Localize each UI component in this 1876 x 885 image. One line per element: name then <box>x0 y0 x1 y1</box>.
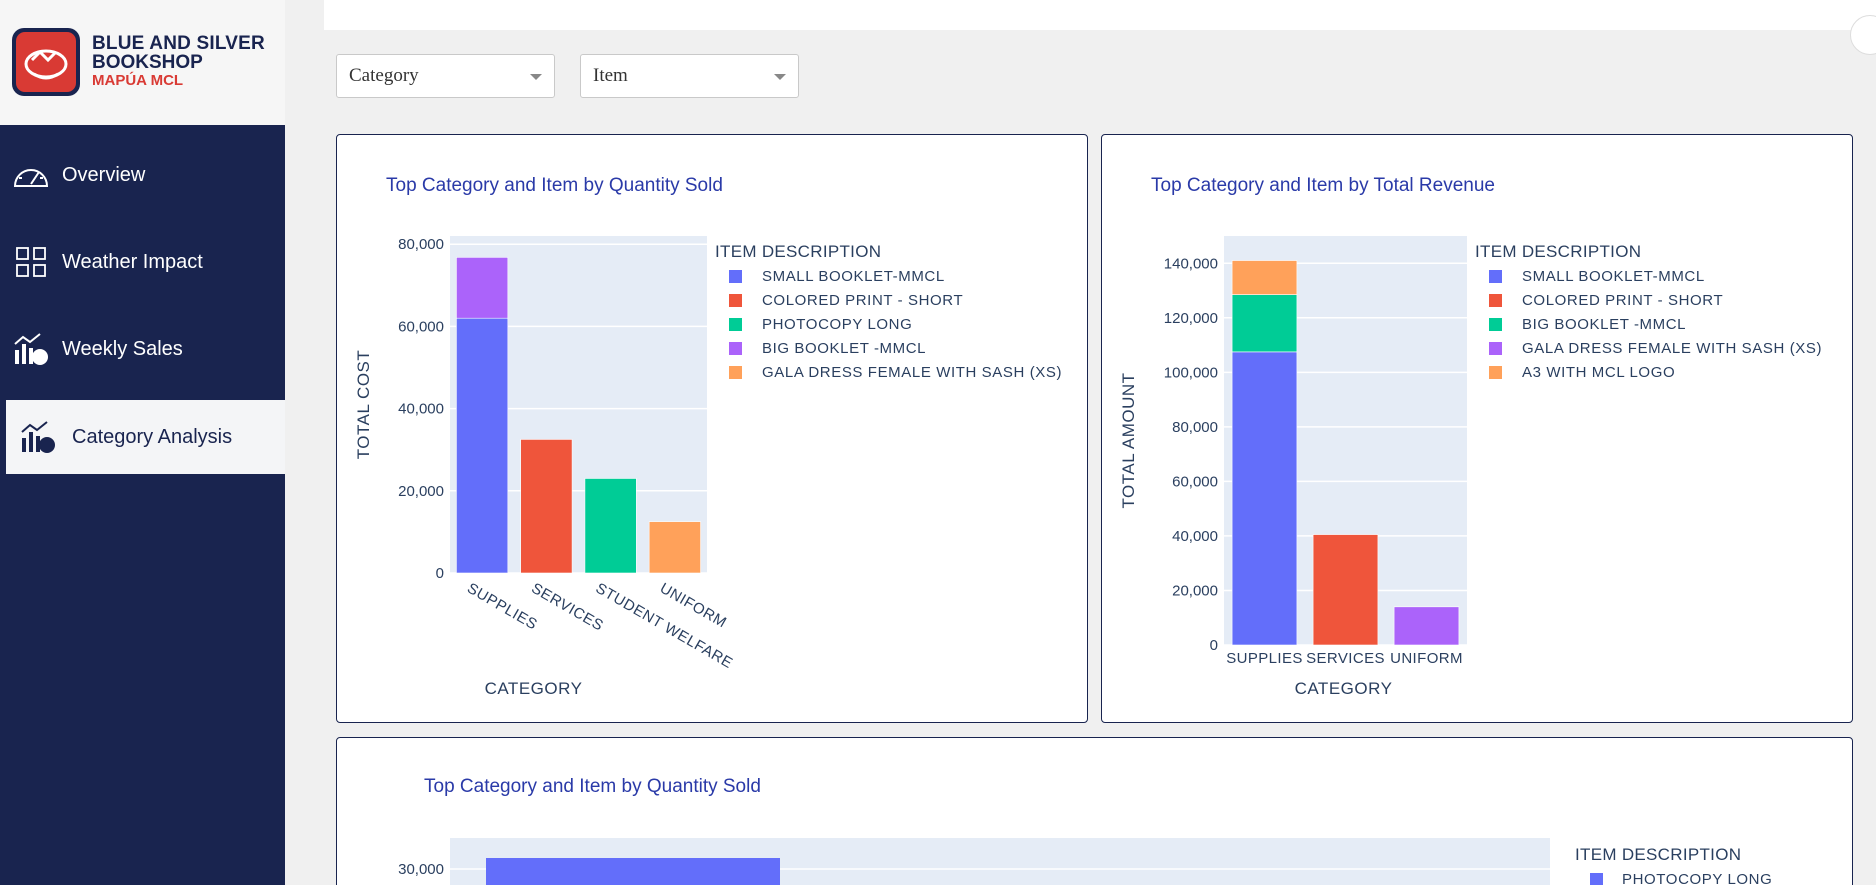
bar <box>456 317 509 574</box>
legend-item: PHOTOCOPY LONG <box>762 316 912 333</box>
x-tick-label: SERVICES <box>528 580 606 635</box>
bar <box>1231 351 1298 646</box>
y-tick-label: 30,000 <box>398 861 444 878</box>
sidebar: BLUE AND SILVER BOOKSHOP MAPÚA MCL Overv… <box>0 0 285 885</box>
item-dropdown-value: Item <box>593 65 628 86</box>
y-tick-label: 120,000 <box>1164 310 1218 327</box>
nav-label-overview: Overview <box>62 163 146 186</box>
legend-item: COLORED PRINT - SHORT <box>1522 292 1723 309</box>
y-tick-label: 60,000 <box>1172 473 1218 490</box>
legend-item: GALA DRESS FEMALE WITH SASH (XS) <box>1522 340 1822 357</box>
chevron-down-icon <box>530 74 542 80</box>
legend-swatch <box>1489 318 1502 331</box>
brand-logo-area: BLUE AND SILVER BOOKSHOP MAPÚA MCL <box>0 0 285 125</box>
bookshop-logo-icon <box>12 28 80 96</box>
brand-name-line2: BOOKSHOP <box>92 52 203 73</box>
y-tick-label: 80,000 <box>1172 419 1218 436</box>
legend-swatch <box>1590 873 1603 885</box>
item-dropdown[interactable]: Item <box>580 54 799 98</box>
x-tick-label: SUPPLIES <box>1226 650 1303 667</box>
y-tick-label: 40,000 <box>1172 528 1218 545</box>
nav-label-weekly-sales: Weekly Sales <box>62 337 183 360</box>
x-axis-label: CATEGORY <box>485 679 583 698</box>
grid-icon <box>11 242 51 282</box>
chart-card-quantity-items: Top Category and Item by Quantity Sold 3… <box>336 737 1853 885</box>
legend-swatch <box>729 294 742 307</box>
legend-item: BIG BOOKLET -MMCL <box>762 340 926 357</box>
x-tick-label: SERVICES <box>1306 650 1385 667</box>
x-tick-label: SUPPLIES <box>464 580 540 634</box>
y-tick-label: 140,000 <box>1164 255 1218 272</box>
bar <box>486 858 780 885</box>
y-tick-label: 0 <box>1210 637 1218 654</box>
legend-item: BIG BOOKLET -MMCL <box>1522 316 1686 333</box>
legend-item: PHOTOCOPY LONG <box>1622 871 1772 885</box>
nav-item-weather-impact[interactable]: Weather Impact <box>0 225 285 299</box>
bar <box>1312 534 1379 646</box>
legend-title: ITEM DESCRIPTION <box>715 242 881 261</box>
x-axis-label: CATEGORY <box>1295 679 1393 698</box>
bar <box>456 257 509 319</box>
sidebar-gutter <box>285 0 309 885</box>
nav-label-category-analysis: Category Analysis <box>72 425 233 448</box>
legend-swatch <box>1489 270 1502 283</box>
legend-item: A3 WITH MCL LOGO <box>1522 364 1675 381</box>
y-tick-label: 20,000 <box>398 483 444 500</box>
brand-campus: MAPÚA MCL <box>92 72 184 89</box>
legend-item: GALA DRESS FEMALE WITH SASH (XS) <box>762 364 1062 381</box>
chart-icon <box>11 329 51 369</box>
legend-item: SMALL BOOKLET-MMCL <box>1522 268 1705 285</box>
y-tick-label: 60,000 <box>398 318 444 335</box>
chart-card-revenue: Top Category and Item by Total Revenue 0… <box>1101 134 1853 723</box>
bar <box>1231 294 1298 353</box>
bar <box>1231 260 1298 295</box>
chart-pie-icon <box>18 417 58 457</box>
legend-swatch <box>1489 366 1502 379</box>
legend-swatch <box>1489 342 1502 355</box>
legend-swatch <box>729 342 742 355</box>
chevron-down-icon <box>774 74 786 80</box>
items-bar-chart: 30,000 ITEM DESCRIPTION PHOTOCOPY LONG <box>398 838 1772 885</box>
legend-swatch <box>729 270 742 283</box>
legend-title: ITEM DESCRIPTION <box>1475 242 1641 261</box>
nav-item-weekly-sales[interactable]: Weekly Sales <box>0 312 285 386</box>
quantity-bar-chart: 0 20,000 40,000 60,000 80,000 SUPPLIESSERVICE… <box>354 236 1062 698</box>
x-tick-label: UNIFORM <box>1390 650 1463 667</box>
legend-swatch <box>729 318 742 331</box>
bar <box>520 439 573 574</box>
bar <box>648 521 701 574</box>
nav-item-overview[interactable]: Overview <box>0 138 285 212</box>
theme-toggle-button[interactable] <box>1850 15 1876 55</box>
gauge-icon <box>11 155 51 195</box>
chart-card-quantity: Top Category and Item by Quantity Sold 0… <box>336 134 1088 723</box>
category-dropdown[interactable]: Category <box>336 54 555 98</box>
y-tick-label: 0 <box>436 565 444 582</box>
legend-item: SMALL BOOKLET-MMCL <box>762 268 945 285</box>
y-axis-label: TOTAL COST <box>354 350 373 460</box>
nav-item-category-analysis[interactable]: Category Analysis <box>6 400 285 474</box>
revenue-bar-chart: 0 20,000 40,000 60,000 80,000 100,000 120,000 1… <box>1119 236 1822 698</box>
nav-label-weather-impact: Weather Impact <box>62 250 203 273</box>
y-tick-label: 20,000 <box>1172 582 1218 599</box>
header-strip <box>324 0 1876 30</box>
legend-swatch <box>729 366 742 379</box>
y-tick-label: 100,000 <box>1164 364 1218 381</box>
bar <box>1393 606 1460 646</box>
y-tick-label: 40,000 <box>398 401 444 418</box>
y-axis-label: TOTAL AMOUNT <box>1119 372 1138 508</box>
category-dropdown-value: Category <box>349 65 419 86</box>
legend-swatch <box>1489 294 1502 307</box>
y-tick-label: 80,000 <box>398 236 444 253</box>
legend-title: ITEM DESCRIPTION <box>1575 845 1741 864</box>
legend-item: COLORED PRINT - SHORT <box>762 292 963 309</box>
bar <box>584 478 637 574</box>
